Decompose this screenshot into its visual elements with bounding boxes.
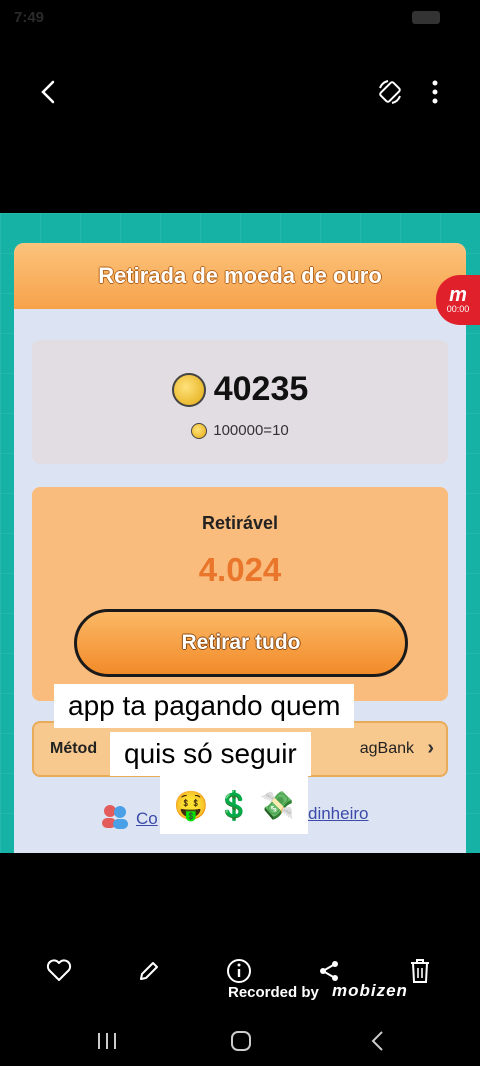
- recorder-logo: m: [449, 284, 467, 306]
- recorder-time: 00:00: [446, 304, 470, 314]
- trash-icon[interactable]: [405, 956, 435, 986]
- back-icon[interactable]: [362, 1026, 392, 1056]
- withdraw-all-label: Retirar tudo: [181, 631, 301, 654]
- help-link-text-end[interactable]: dinheiro: [308, 804, 369, 824]
- withdraw-all-button[interactable]: Retirar tudo: [74, 609, 408, 677]
- dollar-sign-emoji: 💲: [216, 789, 252, 821]
- panel-header: Retirada de moeda de ouro: [14, 243, 466, 309]
- system-nav-bar: [0, 1016, 480, 1066]
- recorder-badge[interactable]: m 00:00: [436, 275, 480, 325]
- caption-line-1: app ta pagando quem: [54, 684, 355, 728]
- caption-line-2: quis só seguir: [110, 732, 311, 776]
- panel-title: Retirada de moeda de ouro: [98, 263, 382, 288]
- help-link-text[interactable]: Co: [136, 809, 158, 829]
- battery-icon: [412, 11, 440, 24]
- rotate-screen-icon[interactable]: [372, 74, 408, 110]
- heart-icon[interactable]: [44, 956, 74, 986]
- edit-pencil-icon[interactable]: [134, 956, 164, 986]
- viewer-top-bar: [0, 60, 480, 124]
- mobizen-watermark: mobizen: [332, 981, 408, 1000]
- balance-card: 40235 100000=10: [32, 340, 448, 464]
- withdrawable-label: Retirável: [201, 513, 279, 533]
- small-coin-icon: [191, 422, 208, 439]
- more-vertical-icon[interactable]: [418, 74, 452, 110]
- status-bar: 7:49: [0, 0, 480, 36]
- gold-coin-icon: [171, 372, 206, 407]
- withdrawable-amount: 4.024: [198, 551, 282, 588]
- money-face-emoji: 🤑: [173, 789, 209, 821]
- chevron-right-icon: ›: [427, 737, 434, 759]
- help-link[interactable]: Co: [100, 803, 158, 834]
- money-wings-emoji: 💸: [259, 789, 295, 821]
- status-time: 7:49: [14, 9, 45, 26]
- caption-emojis: 🤑 💲 💸: [160, 776, 308, 834]
- video-caption: app ta pagando quem quis só seguir: [52, 684, 418, 776]
- info-icon[interactable]: [224, 956, 254, 986]
- home-icon[interactable]: [226, 1026, 256, 1056]
- coin-balance: 40235: [213, 370, 309, 408]
- users-icon: [100, 803, 130, 834]
- recorded-by-text: Recorded by: [228, 984, 319, 1001]
- back-chevron-icon[interactable]: [30, 74, 66, 110]
- exchange-rate: 100000=10: [213, 422, 289, 439]
- withdrawable-card: Retirável 4.024 Retirar tudo: [32, 487, 448, 701]
- recent-apps-icon[interactable]: [92, 1026, 122, 1056]
